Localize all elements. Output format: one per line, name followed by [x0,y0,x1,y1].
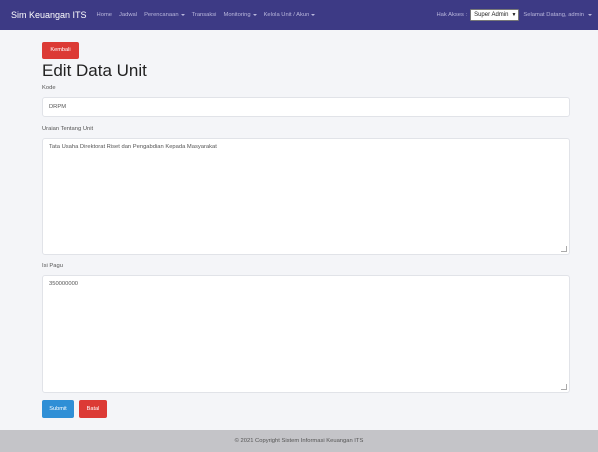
top-navbar: Sim Keuangan ITS Home Jadwal Perencanaan… [0,0,598,30]
caret-down-icon [311,14,316,16]
nav-monitoring-label: Monitoring [223,12,251,18]
uraian-label: Uraian Tentang Unit [42,126,94,132]
resize-handle-icon[interactable] [561,384,567,390]
back-button[interactable]: Kembali [42,42,79,59]
nav-home[interactable]: Home [97,12,112,18]
caret-down-icon [588,14,592,16]
nav-jadwal[interactable]: Jadwal [119,12,137,18]
nav-monitoring[interactable]: Monitoring [223,12,257,18]
nav-perencanaan-label: Perencanaan [144,12,179,18]
footer: © 2021 Copyright Sistem Informasi Keuang… [0,430,598,452]
nav-transaksi[interactable]: Transaksi [192,12,217,18]
hak-akses-value: Super Admin [474,12,509,18]
nav-perencanaan[interactable]: Perencanaan [144,12,185,18]
caret-down-icon [252,14,257,16]
nav-home-label: Home [96,12,113,18]
hak-akses-label: Hak Akses : [436,12,468,18]
submit-button[interactable]: Submit [42,400,74,418]
greeting-text: Selamat Datang, admin [523,12,584,18]
cancel-button[interactable]: Batal [79,400,107,418]
kode-input[interactable]: DRPM [42,97,570,117]
kode-label: Kode [42,85,56,91]
navbar-brand[interactable]: Sim Keuangan ITS [11,10,87,20]
resize-handle-icon[interactable] [561,246,567,252]
uraian-value: Tata Usaha Direktorat Riset dan Pengabdi… [49,144,217,150]
caret-down-icon [180,14,185,16]
kode-value: DRPM [49,104,67,110]
nav-kelola-unit-akun[interactable]: Kelola Unit / Akun [264,12,316,18]
hak-akses-select[interactable]: Super Admin ▼ [470,9,520,21]
uraian-textarea[interactable]: Tata Usaha Direktorat Riset dan Pengabdi… [42,138,570,255]
page-title: Edit Data Unit [42,61,147,80]
chevron-down-icon: ▼ [511,12,517,18]
pagu-textarea[interactable]: 350000000 [42,275,570,393]
nav-jadwal-label: Jadwal [119,12,138,18]
navbar-right: Hak Akses : Super Admin ▼ Selamat Datang… [436,9,592,21]
nav-transaksi-label: Transaksi [191,12,217,18]
user-menu[interactable]: Selamat Datang, admin [523,12,592,18]
pagu-value: 350000000 [49,281,79,287]
pagu-label: Isi Pagu [42,263,63,269]
copyright-text: © 2021 Copyright Sistem Informasi Keuang… [234,438,364,444]
nav-kelola-label: Kelola Unit / Akun [263,12,310,18]
